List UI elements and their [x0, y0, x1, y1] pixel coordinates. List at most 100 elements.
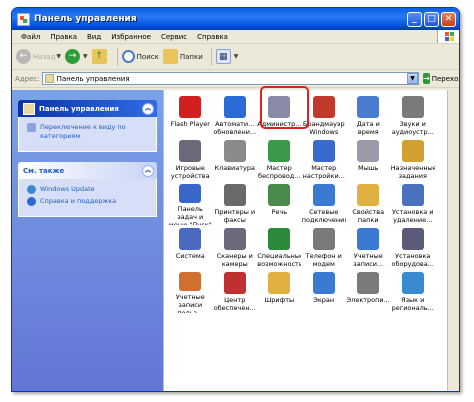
address-label: Адрес: — [15, 74, 40, 83]
help-support-link[interactable]: Справка и поддержка — [27, 197, 150, 206]
item-label: Принтеры и факсы — [214, 208, 256, 224]
close-button[interactable]: ✕ — [441, 11, 456, 27]
scanner-icon — [223, 228, 246, 250]
items-pane: Flash Player Автомати... обновлени... Адми… — [163, 90, 459, 391]
network-wizard-icon — [312, 140, 335, 162]
item-label: Мастер беспровод... — [258, 164, 301, 180]
section-header[interactable]: Панель управления ︽ — [18, 100, 157, 117]
search-button[interactable]: Поиск — [121, 50, 159, 63]
go-button[interactable]: → Переход — [419, 73, 459, 84]
item-label: Свойства папки — [352, 208, 385, 224]
control-panel-item[interactable]: Учетные записи... — [346, 225, 391, 269]
search-icon — [121, 50, 135, 63]
speech-icon — [268, 184, 291, 206]
phone-icon — [312, 228, 335, 250]
address-input[interactable]: Панель управления ▼ — [41, 72, 419, 85]
title-bar[interactable]: Панель управления _ □ ✕ — [12, 8, 459, 30]
toolbar-divider — [210, 47, 212, 66]
section-header[interactable]: См. также ︽ — [18, 162, 157, 179]
section-body: Переключение к виду по категориям — [18, 117, 157, 152]
control-panel-item[interactable]: Речь — [257, 181, 302, 225]
chevron-down-icon: ▼ — [56, 53, 62, 60]
search-label: Поиск — [136, 52, 159, 61]
windows-update-icon — [27, 185, 36, 194]
add-remove-icon — [401, 184, 424, 206]
control-panel-item[interactable]: Flash Player — [168, 93, 213, 137]
gamepad-icon — [179, 140, 202, 162]
control-panel-item[interactable]: Клавиатура — [213, 137, 258, 181]
control-panel-item[interactable]: Мастер настройки... — [302, 137, 347, 181]
scrollbar[interactable] — [447, 90, 459, 391]
control-panel-small-icon — [44, 74, 54, 83]
control-panel-item[interactable]: Язык и региональ... — [391, 269, 436, 313]
clock-icon — [357, 96, 380, 118]
menu-edit[interactable]: Правка — [45, 33, 82, 41]
item-label: Центр обеспечен... — [213, 296, 256, 312]
menu-help[interactable]: Справка — [192, 33, 233, 41]
control-panel-item[interactable]: Мастер беспровод... — [257, 137, 302, 181]
control-panel-item[interactable]: Телефон и модем — [302, 225, 347, 269]
menu-favorites[interactable]: Избранное — [106, 33, 156, 41]
control-panel-item[interactable]: Сетевые подключения — [302, 181, 347, 225]
admin-tools-icon — [268, 96, 291, 118]
views-icon: ▦ — [215, 49, 231, 64]
menu-file[interactable]: Файл — [16, 33, 45, 41]
item-label: Система — [175, 252, 205, 260]
keyboard-icon — [223, 140, 246, 162]
folders-icon — [162, 49, 178, 64]
flash-icon — [179, 96, 202, 118]
item-label: Учетные записи... — [353, 252, 384, 268]
item-label: Язык и региональ... — [391, 296, 434, 312]
item-label: Клавиатура — [214, 164, 256, 172]
views-button[interactable]: ▦ ▼ — [215, 49, 238, 64]
menu-view[interactable]: Вид — [82, 33, 106, 41]
item-label: Игровые устройства — [170, 164, 210, 180]
maximize-button[interactable]: □ — [424, 11, 439, 27]
address-dropdown-button[interactable]: ▼ — [407, 73, 418, 84]
menu-tools[interactable]: Сервис — [156, 33, 192, 41]
control-panel-item[interactable]: Учетные записи польз... — [168, 269, 213, 313]
switch-category-link[interactable]: Переключение к виду по категориям — [27, 123, 150, 141]
item-label: Речь — [271, 208, 288, 216]
toolbar: ← Назад ▼ → ▼ ↑ Поиск Папки ▦ ▼ — [12, 44, 459, 70]
control-panel-window: Панель управления _ □ ✕ Файл Правка Вид … — [11, 7, 460, 392]
item-label: Телефон и модем — [305, 252, 342, 268]
item-label: Шрифты — [264, 296, 295, 304]
section-title: Панель управления — [39, 104, 119, 113]
network-connections-icon — [312, 184, 335, 206]
collapse-icon[interactable]: ︽ — [142, 102, 154, 115]
control-panel-item[interactable]: Администр... — [257, 93, 302, 137]
back-button[interactable]: ← Назад ▼ — [16, 49, 61, 64]
control-panel-item[interactable]: Дата и время — [346, 93, 391, 137]
control-panel-item[interactable]: Специальные возможности — [257, 225, 302, 269]
control-panel-item[interactable]: Сканеры и камеры — [213, 225, 258, 269]
control-panel-item[interactable]: Панель задач и меню "Пуск" — [168, 181, 213, 225]
item-label: Установка и удаление... — [391, 208, 434, 224]
control-panel-item[interactable]: Игровые устройства — [168, 137, 213, 181]
windows-update-link[interactable]: Windows Update — [27, 185, 150, 194]
control-panel-item[interactable]: Экран — [302, 269, 347, 313]
control-panel-item[interactable]: Брандмауэр Windows — [302, 93, 347, 137]
folders-label: Папки — [179, 52, 203, 61]
control-panel-item[interactable]: Звуки и аудиоустр... — [391, 93, 436, 137]
collapse-icon[interactable]: ︽ — [142, 164, 154, 177]
control-panel-item[interactable]: Система — [168, 225, 213, 269]
control-panel-item[interactable]: Назначенные задания — [391, 137, 436, 181]
address-bar: Адрес: Панель управления ▼ → Переход — [12, 70, 459, 88]
control-panel-item[interactable]: Автомати... обновлени... — [213, 93, 258, 137]
auto-update-icon — [223, 96, 246, 118]
control-panel-item[interactable]: Принтеры и факсы — [213, 181, 258, 225]
control-panel-item[interactable]: Свойства папки — [346, 181, 391, 225]
control-panel-item[interactable]: Установка и удаление... — [391, 181, 436, 225]
back-label: Назад — [33, 52, 56, 61]
control-panel-item[interactable]: Центр обеспечен... — [213, 269, 258, 313]
folders-button[interactable]: Папки — [162, 49, 203, 64]
control-panel-item[interactable]: Электропи... — [346, 269, 391, 313]
items-grid: Flash Player Автомати... обновлени... Адми… — [168, 93, 435, 313]
minimize-button[interactable]: _ — [407, 11, 422, 27]
control-panel-item[interactable]: Мышь — [346, 137, 391, 181]
forward-button[interactable]: → ▼ — [65, 49, 88, 64]
control-panel-item[interactable]: Шрифты — [257, 269, 302, 313]
control-panel-item[interactable]: Установка оборудова... — [391, 225, 436, 269]
up-button[interactable]: ↑ — [91, 49, 109, 64]
